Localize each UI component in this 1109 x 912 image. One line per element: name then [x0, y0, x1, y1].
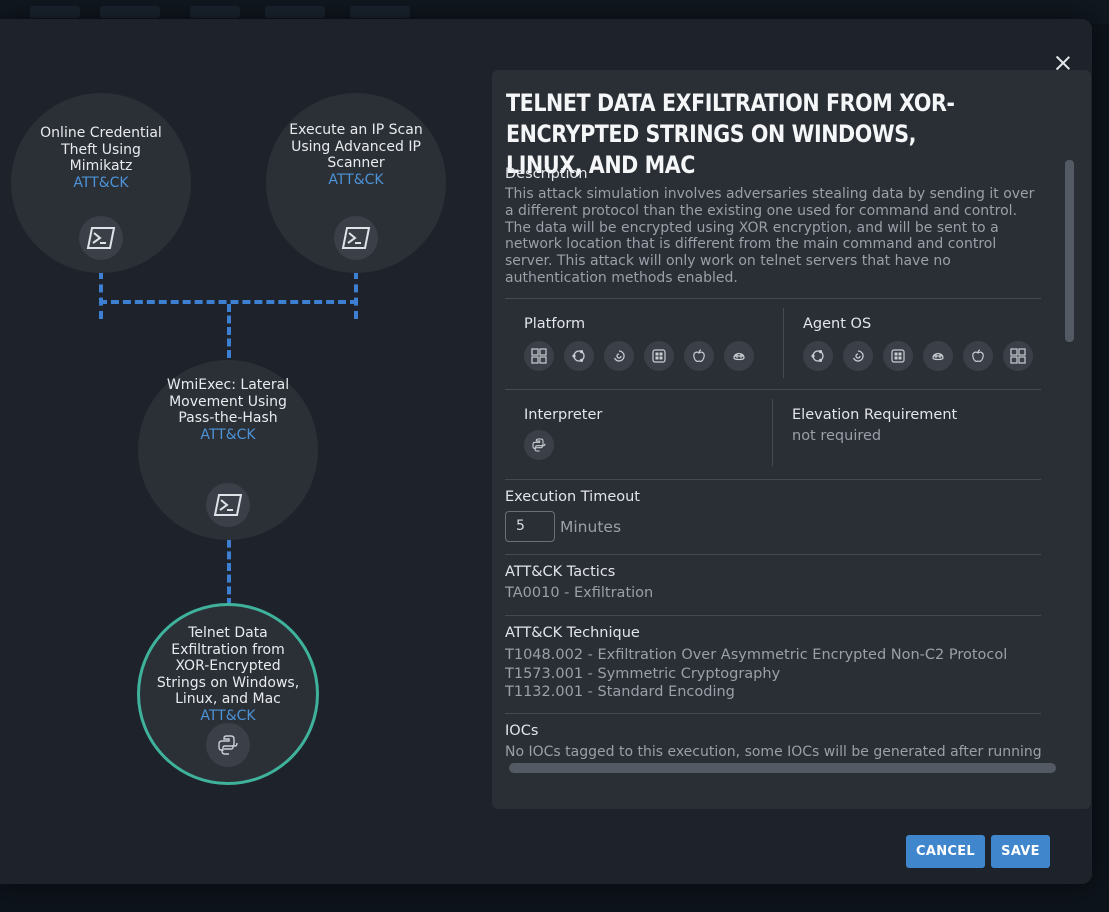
timeout-unit: Minutes: [560, 518, 622, 536]
attack-link[interactable]: ATT&CK: [200, 708, 255, 725]
ubuntu-icon: [564, 341, 594, 371]
connector-line: [227, 304, 231, 358]
centos-icon: [923, 341, 953, 371]
attack-graph: Online Credential Theft Using Mimikatz A…: [0, 19, 480, 912]
timeout-label: Execution Timeout: [505, 489, 640, 505]
platform-label: Platform: [524, 316, 586, 332]
cancel-button[interactable]: CANCEL: [906, 835, 985, 868]
centos-icon: [724, 341, 754, 371]
debian-icon: [843, 341, 873, 371]
powershell-icon: [79, 216, 123, 260]
python-icon: [206, 723, 250, 767]
powershell-icon: [334, 216, 378, 260]
connector-line: [354, 271, 358, 319]
node-title: WmiExec: Lateral Movement Using Pass-the…: [166, 377, 290, 426]
graph-node-mimikatz[interactable]: Online Credential Theft Using Mimikatz A…: [11, 93, 191, 273]
save-button[interactable]: SAVE: [991, 835, 1050, 868]
description-text: This attack simulation involves adversar…: [505, 186, 1035, 286]
technique-item: T1048.002 - Exfiltration Over Asymmetric…: [505, 647, 1008, 663]
graph-node-telnet-exfil[interactable]: Telnet Data Exfiltration from XOR-Encryp…: [137, 603, 319, 785]
technique-item: T1132.001 - Standard Encoding: [505, 684, 735, 700]
agent-os-icons: [803, 341, 1033, 371]
windows-icon: [524, 341, 554, 371]
attack-detail-panel: Telnet Data Exfiltration from XOR-Encryp…: [492, 70, 1091, 809]
horizontal-scrollbar[interactable]: [509, 763, 1056, 773]
attack-link[interactable]: ATT&CK: [73, 175, 128, 192]
node-title: Execute an IP Scan Using Advanced IP Sca…: [289, 122, 423, 171]
apple-icon: [963, 341, 993, 371]
divider: [505, 389, 1041, 390]
agent-os-label: Agent OS: [803, 316, 872, 332]
windows-icon: [1003, 341, 1033, 371]
graph-node-ip-scan[interactable]: Execute an IP Scan Using Advanced IP Sca…: [266, 93, 446, 273]
redhat-icon: [644, 341, 674, 371]
iocs-label: IOCs: [505, 723, 539, 739]
divider: [505, 479, 1041, 480]
powershell-icon: [206, 483, 250, 527]
detail-scroll-area[interactable]: Description This attack simulation invol…: [505, 166, 1041, 830]
node-title: Online Credential Theft Using Mimikatz: [40, 125, 162, 174]
elevation-value: not required: [792, 428, 882, 444]
graph-node-wmiexec[interactable]: WmiExec: Lateral Movement Using Pass-the…: [138, 360, 318, 540]
scenario-modal: Online Credential Theft Using Mimikatz A…: [0, 19, 1092, 884]
divider: [505, 713, 1041, 714]
elevation-label: Elevation Requirement: [792, 407, 958, 423]
interpreter-label: Interpreter: [524, 407, 603, 423]
tactic-item: TA0010 - Exfiltration: [505, 585, 654, 601]
divider: [505, 554, 1041, 555]
tactics-label: ATT&CK Tactics: [505, 564, 616, 580]
timeout-input[interactable]: 5: [505, 511, 555, 542]
divider: [772, 399, 773, 466]
attack-link[interactable]: ATT&CK: [200, 427, 255, 444]
technique-item: T1573.001 - Symmetric Cryptography: [505, 665, 781, 682]
debian-icon: [604, 341, 634, 371]
node-title: Telnet Data Exfiltration from XOR-Encryp…: [156, 625, 300, 707]
description-label: Description: [505, 166, 588, 182]
iocs-text: No IOCs tagged to this execution, some I…: [505, 744, 1041, 760]
connector-line: [99, 271, 103, 319]
python-icon: [524, 430, 554, 460]
divider: [505, 615, 1041, 616]
divider: [505, 298, 1041, 299]
platform-icons: [524, 341, 754, 371]
divider: [783, 308, 784, 378]
redhat-icon: [883, 341, 913, 371]
vertical-scrollbar[interactable]: [1065, 160, 1074, 342]
ubuntu-icon: [803, 341, 833, 371]
technique-label: ATT&CK Technique: [505, 625, 640, 641]
apple-icon: [684, 341, 714, 371]
attack-link[interactable]: ATT&CK: [328, 172, 383, 189]
